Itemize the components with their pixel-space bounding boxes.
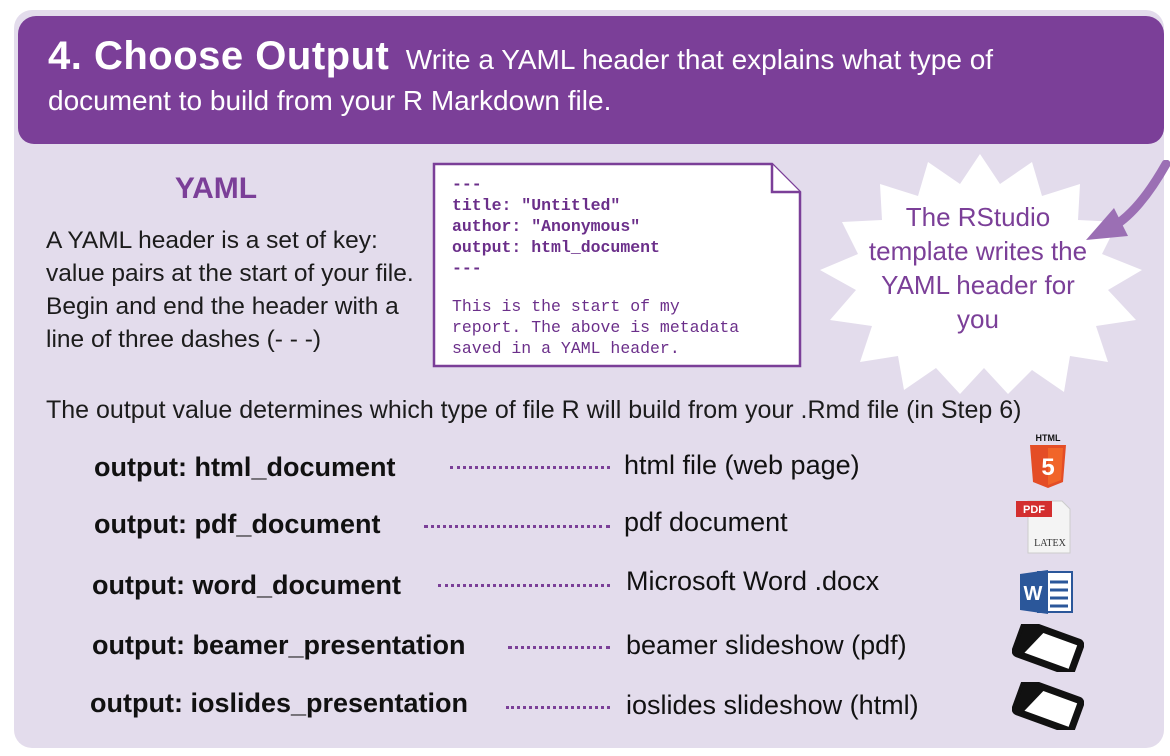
word-icon: W (1020, 570, 1073, 614)
output-key: output: word_document (92, 570, 401, 600)
leader-dots (438, 584, 610, 588)
step-title: 4. Choose Output (48, 34, 390, 78)
svg-text:5: 5 (1041, 454, 1054, 481)
output-row-html: output: html_document html file (web pag… (0, 433, 1170, 490)
output-value: Microsoft Word .docx (626, 566, 880, 596)
output-value: ioslides slideshow (html) (626, 690, 919, 720)
output-value: html file (web page) (624, 450, 860, 480)
yaml-header-code: --- title: "Untitled" author: "Anonymous… (452, 175, 660, 278)
html5-icon: HTML 5 (1030, 433, 1066, 488)
slideshow-icon (1012, 624, 1084, 672)
leader-dots (450, 466, 610, 470)
svg-text:HTML: HTML (1036, 433, 1061, 443)
output-intro: The output value determines which type o… (46, 396, 1022, 424)
slideshow-icon (1012, 682, 1084, 730)
output-key: output: pdf_document (94, 509, 381, 539)
leader-dots (506, 706, 610, 710)
output-key: output: ioslides_presentation (90, 688, 469, 718)
svg-text:LATEX: LATEX (1034, 538, 1066, 549)
yaml-body-code: This is the start of my report. The abov… (452, 297, 740, 358)
output-row-pdf: output: pdf_document pdf document PDF LA… (0, 500, 1170, 554)
pdf-latex-icon: PDF LATEX (1016, 500, 1071, 554)
svg-text:W: W (1024, 583, 1043, 605)
leader-dots (508, 646, 610, 650)
output-row-word: output: word_document Microsoft Word .do… (0, 564, 1170, 614)
output-row-ioslides: output: ioslides_presentation ioslides s… (0, 682, 1170, 730)
yaml-code-example: --- title: "Untitled" author: "Anonymous… (432, 162, 802, 368)
output-key: output: beamer_presentation (92, 630, 466, 660)
output-row-beamer: output: beamer_presentation beamer slide… (0, 624, 1170, 672)
output-value: pdf document (624, 507, 788, 537)
output-value: beamer slideshow (pdf) (626, 630, 907, 660)
arrow-icon (1086, 160, 1170, 240)
header-description-line2: document to build from your R Markdown f… (48, 85, 612, 116)
leader-dots (424, 525, 610, 529)
yaml-title: YAML (174, 172, 258, 205)
callout-text: The RStudio template writes the YAML hea… (868, 202, 1088, 334)
output-key: output: html_document (94, 452, 396, 482)
section-header: 4. Choose Output Write a YAML header tha… (18, 16, 1164, 144)
header-description-line1: Write a YAML header that explains what t… (405, 44, 994, 75)
yaml-description: A YAML header is a set of key: value pai… (46, 227, 414, 353)
svg-text:PDF: PDF (1023, 504, 1045, 516)
